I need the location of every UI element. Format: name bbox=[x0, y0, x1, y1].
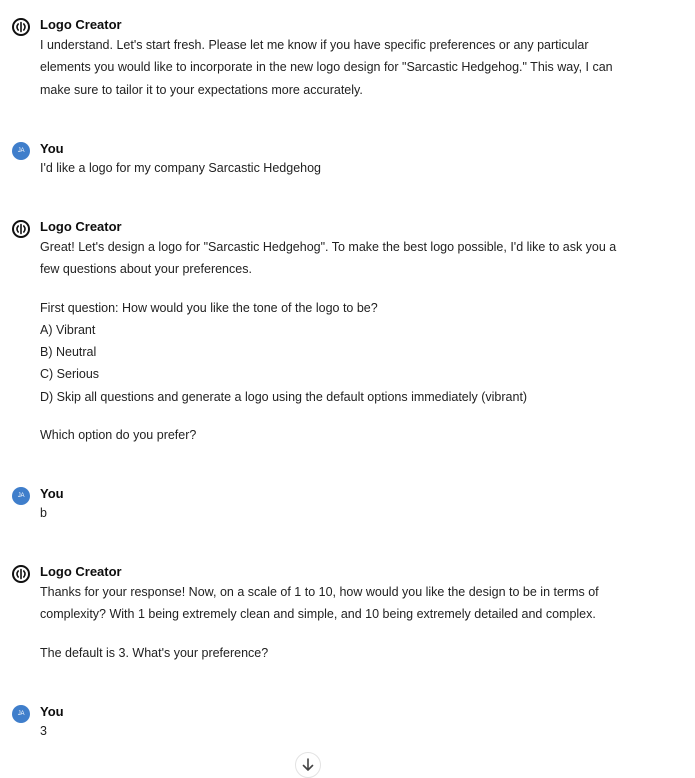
message-line: Great! Let's design a logo for "Sarcasti… bbox=[40, 240, 617, 254]
message-author: You bbox=[40, 704, 64, 719]
message-line: complexity? With 1 being extremely clean… bbox=[40, 607, 596, 622]
option-line: D) Skip all questions and generate a log… bbox=[40, 389, 528, 404]
message-line: First question: How would you like the t… bbox=[40, 300, 378, 315]
message-line: elements you would like to incorporate i… bbox=[40, 60, 613, 75]
logo-creator-avatar bbox=[12, 18, 30, 36]
user-avatar: JA bbox=[12, 487, 30, 505]
user-avatar: JA bbox=[12, 705, 30, 723]
message-text: b bbox=[40, 502, 640, 524]
message-text: Great! Let's design a logo for "Sarcasti… bbox=[40, 236, 640, 446]
message-author: You bbox=[40, 141, 64, 156]
message-text: 3 bbox=[40, 720, 640, 742]
message-line: Thanks for your response! Now, on a scal… bbox=[40, 585, 599, 599]
message-line: I understand. Let's start fresh. Please … bbox=[40, 38, 589, 52]
user-avatar: JA bbox=[12, 142, 30, 160]
message-text: I understand. Let's start fresh. Please … bbox=[40, 34, 640, 101]
message-text: Thanks for your response! Now, on a scal… bbox=[40, 581, 640, 664]
message-text: I'd like a logo for my company Sarcastic… bbox=[40, 157, 640, 179]
message-line: few questions about your preferences. bbox=[40, 262, 252, 277]
option-line: A) Vibrant bbox=[40, 322, 96, 337]
message-line: Which option do you prefer? bbox=[40, 428, 197, 443]
logo-creator-avatar bbox=[12, 565, 30, 583]
logo-creator-avatar bbox=[12, 220, 30, 238]
message-line: The default is 3. What's your preference… bbox=[40, 645, 269, 660]
message-line: b bbox=[40, 506, 47, 520]
message-author: Logo Creator bbox=[40, 17, 122, 32]
arrow-down-icon bbox=[302, 758, 314, 771]
logo-creator-icon bbox=[16, 568, 26, 580]
logo-creator-icon bbox=[16, 21, 26, 33]
message-line: make sure to tailor it to your expectati… bbox=[40, 82, 363, 97]
logo-creator-icon bbox=[16, 223, 26, 235]
option-line: C) Serious bbox=[40, 367, 100, 382]
message-author: You bbox=[40, 486, 64, 501]
message-line: 3 bbox=[40, 724, 47, 738]
message-author: Logo Creator bbox=[40, 219, 122, 234]
scroll-to-bottom-button[interactable] bbox=[295, 752, 321, 778]
message-line: I'd like a logo for my company Sarcastic… bbox=[40, 161, 321, 175]
message-author: Logo Creator bbox=[40, 564, 122, 579]
option-line: B) Neutral bbox=[40, 345, 97, 360]
